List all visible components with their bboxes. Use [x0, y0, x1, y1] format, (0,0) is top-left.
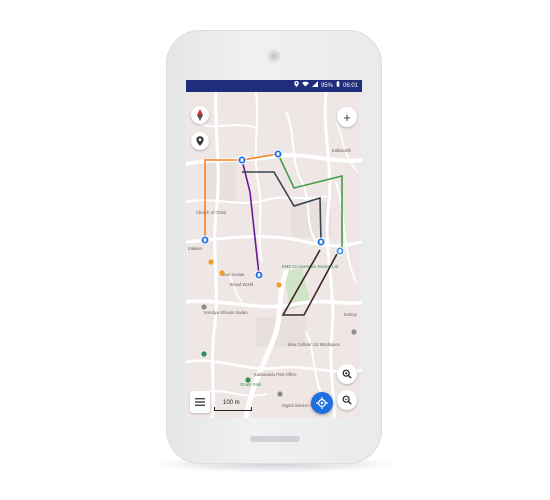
front-camera — [268, 50, 280, 62]
map-label-kakkan: Kakkan — [188, 246, 203, 251]
compass-button[interactable] — [191, 106, 209, 124]
route-pin[interactable] — [200, 235, 210, 245]
poi-marker[interactable] — [351, 329, 357, 335]
hamburger-icon — [195, 398, 205, 406]
map-label-kalluvazhi: Kalluvazhi — [332, 148, 351, 153]
map-scale: 100 m — [214, 400, 252, 412]
map-view[interactable]: Church of Christ Team Sonias Bread World… — [186, 92, 362, 418]
home-indicator — [250, 436, 300, 442]
clock: 06:01 — [342, 83, 358, 89]
map-label-post-office: Kakkanadu Post Office — [254, 372, 297, 377]
scale-bar — [214, 407, 252, 411]
wifi-icon — [301, 80, 309, 92]
my-places-button[interactable] — [191, 132, 209, 150]
zoom-in-button[interactable] — [337, 364, 357, 384]
map-label-bread-world: Bread World — [230, 282, 254, 287]
crosshair-icon — [316, 397, 328, 409]
map-canvas[interactable]: Church of Christ Team Sonias Bread World… — [186, 92, 362, 418]
poi-marker[interactable] — [245, 377, 251, 383]
route-pin[interactable] — [273, 149, 283, 159]
poi-marker[interactable] — [219, 270, 225, 276]
map-label-emkay: Emkay — [344, 312, 358, 317]
scale-label: 100 m — [223, 400, 240, 406]
phone-screen: 95% 06:01 Church of Christ Team Sonias B… — [186, 80, 362, 418]
location-status-icon — [294, 80, 299, 92]
poi-marker[interactable] — [277, 391, 283, 397]
poi-marker[interactable] — [201, 351, 207, 357]
route-pin[interactable] — [316, 237, 326, 247]
poi-marker[interactable] — [201, 304, 207, 310]
compass-icon — [197, 109, 203, 121]
zoom-out-icon — [342, 395, 352, 405]
route-pin[interactable] — [237, 155, 247, 165]
map-label-church: Church of Christ — [196, 210, 227, 215]
route-pin[interactable] — [335, 246, 345, 256]
menu-button[interactable] — [190, 391, 210, 413]
map-label-idea-cellular: Idea Cellular Ltd Mindspace — [288, 342, 341, 347]
map-label-kondiya: Kondiya Shivam Sadan — [204, 310, 248, 315]
zoom-in-icon — [342, 369, 352, 379]
signal-icon — [311, 80, 318, 92]
battery-icon — [336, 80, 340, 92]
my-location-button[interactable] — [311, 392, 333, 414]
map-pin-icon — [196, 136, 204, 146]
map-label-onam-park: Onam Park — [240, 382, 262, 387]
status-bar: 95% 06:01 — [186, 80, 362, 92]
poi-marker[interactable] — [276, 282, 282, 288]
poi-marker[interactable] — [208, 259, 214, 265]
zoom-out-button[interactable] — [337, 390, 357, 410]
route-pin[interactable] — [254, 270, 264, 280]
battery-level: 95% — [320, 83, 333, 89]
add-route-button[interactable]: + — [337, 107, 357, 127]
